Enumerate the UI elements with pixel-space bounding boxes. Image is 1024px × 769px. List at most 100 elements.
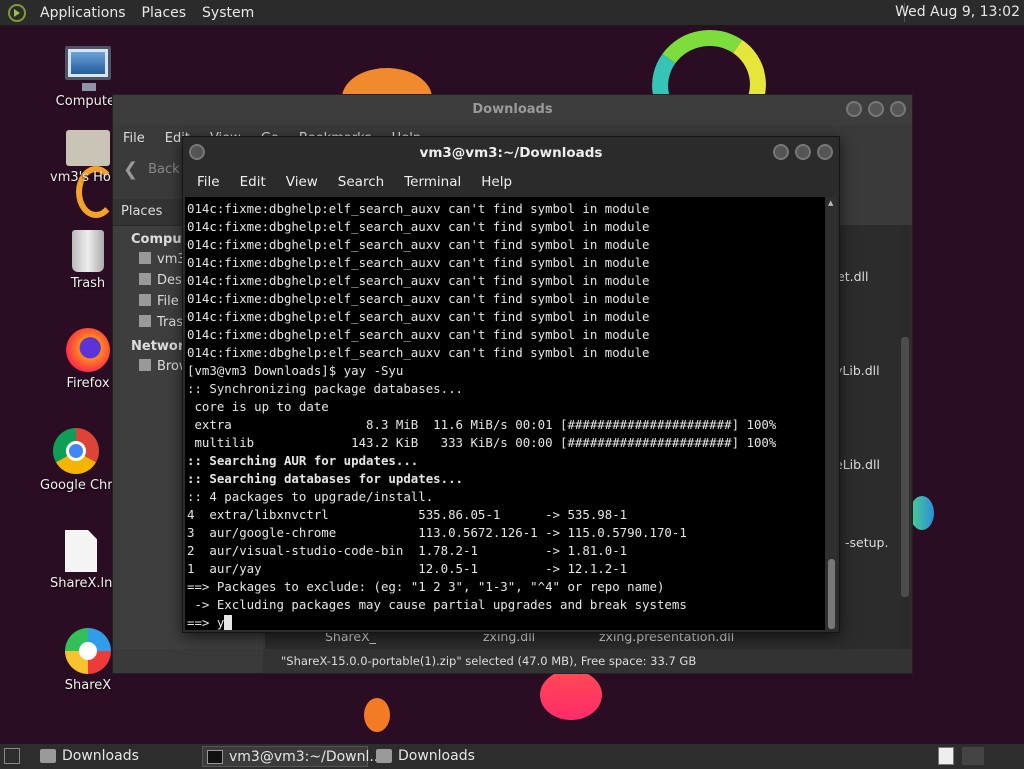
back-arrow-icon[interactable]: ❮ [123,159,138,180]
menu-edit[interactable]: Edit [230,174,276,190]
menu-help[interactable]: Help [471,174,522,190]
folder-icon [40,749,56,763]
file-item[interactable]: yLib.dll [835,363,880,378]
terminal-line: 014c:fixme:dbghelp:elf_search_auxv can't… [187,327,650,342]
terminal-line: :: Searching databases for updates... [187,471,464,486]
terminal-line: 014c:fixme:dbghelp:elf_search_auxv can't… [187,219,650,234]
home-icon [139,252,151,264]
menu-search[interactable]: Search [328,174,394,190]
scrollbar[interactable] [900,227,910,649]
prompt-text: ==> y [187,615,225,630]
file-item[interactable]: -setup. [845,535,888,550]
desktop-icon-label: ShareX.lnk [50,576,112,591]
maximize-button[interactable] [868,101,884,117]
document-icon [65,530,97,572]
top-panel: Applications Places System Wed Aug 9, 13… [0,0,1024,26]
window-controls [773,144,833,160]
desktop-icon-label: Google Chrome [40,478,112,493]
taskbar-item-terminal[interactable]: vm3@vm3:~/Downl... [202,746,383,767]
folder-icon [376,749,392,763]
cursor [224,615,233,630]
terminal-title: vm3@vm3:~/Downloads [419,145,603,161]
desktop-icon-computer[interactable]: Computer [50,46,126,109]
terminal-line: 014c:fixme:dbghelp:elf_search_auxv can't… [187,237,650,252]
terminal-line: -> Excluding packages may cause partial … [187,597,687,612]
desktop-icon-label: Computer [55,94,121,109]
task-label: Downloads [62,748,139,764]
menu-system[interactable]: System [194,5,262,21]
sharex-icon [65,628,111,674]
terminal-icon [207,750,223,764]
desktop-icon-label: Firefox [66,376,110,391]
taskbar: Downloads vm3@vm3:~/Downl... Downloads [0,743,1024,769]
terminal-line: [vm3@vm3 Downloads]$ yay -Syu [187,363,404,378]
terminal-line: 4 extra/libxnvctrl 535.86.05-1 -> 535.98… [187,507,628,522]
terminal-line: :: 4 packages to upgrade/install. [187,489,434,504]
maximize-button[interactable] [795,144,811,160]
terminal-line: 014c:fixme:dbghelp:elf_search_auxv can't… [187,255,650,270]
clock[interactable]: Wed Aug 9, 13:02 [895,4,1020,20]
window-controls [846,101,906,117]
terminal-line: core is up to date [187,399,329,414]
computer-icon [65,46,111,91]
terminal-window: vm3@vm3:~/Downloads File Edit View Searc… [182,136,840,633]
terminal-line: 1 aur/yay 12.0.5-1 -> 12.1.2-1 [187,561,628,576]
back-button[interactable]: Back [148,162,180,177]
trash-icon [139,315,151,327]
close-button[interactable] [817,144,833,160]
wallpaper-blue-shape [910,496,934,530]
menu-applications[interactable]: Applications [32,5,134,21]
scrollbar-thumb[interactable] [828,559,835,629]
terminal-line: 014c:fixme:dbghelp:elf_search_auxv can't… [187,345,650,360]
terminal-line: 3 aur/google-chrome 113.0.5672.126-1 -> … [187,525,687,540]
workspace-2[interactable] [962,747,984,765]
desktop-icon-chrome[interactable]: Google Chrome [40,428,112,493]
task-label: Downloads [398,748,475,764]
file-item[interactable]: eLib.dll [835,457,880,472]
menu-view[interactable]: View [276,174,328,190]
desktop-icon-label: Trash [70,276,106,291]
minimize-button[interactable] [846,101,862,117]
task-label: vm3@vm3:~/Downl... [229,749,383,765]
terminal-line: multilib 143.2 KiB 333 KiB/s 00:00 [####… [187,435,777,450]
terminal-line: extra 8.3 MiB 11.6 MiB/s 00:01 [########… [187,417,777,432]
window-title[interactable]: Downloads [113,95,912,125]
wallpaper-red-shape [540,670,602,720]
scroll-up-icon[interactable]: ▲ [828,199,833,207]
terminal-line: 014c:fixme:dbghelp:elf_search_auxv can't… [187,201,650,216]
chrome-icon [53,428,99,474]
workspace-1[interactable] [938,747,954,765]
home-folder-icon [66,130,110,166]
distro-logo-icon[interactable] [8,3,26,22]
terminal-line: 2 aur/visual-studio-code-bin 1.78.2-1 ->… [187,543,628,558]
wallpaper-orange-drop [364,698,390,732]
network-icon [139,359,151,371]
scrollbar[interactable]: ▲ [826,197,837,630]
firefox-icon [66,328,110,372]
desktop-icon-sharex-lnk[interactable]: ShareX.lnk [50,530,112,591]
trash-icon [72,230,104,272]
desktop-icon [139,273,151,285]
drive-icon [139,294,151,306]
minimize-button[interactable] [773,144,789,160]
terminal-line: :: Searching AUR for updates... [187,453,419,468]
taskbar-item-downloads-2[interactable]: Downloads [372,746,532,767]
terminal-line: 014c:fixme:dbghelp:elf_search_auxv can't… [187,309,650,324]
menu-file[interactable]: File [187,174,230,190]
show-desktop-icon[interactable] [4,748,20,764]
menu-file[interactable]: File [113,131,155,146]
menu-places[interactable]: Places [134,5,195,21]
taskbar-item-downloads[interactable]: Downloads [36,746,196,767]
terminal-line: 014c:fixme:dbghelp:elf_search_auxv can't… [187,273,650,288]
terminal-prompt-line[interactable]: ==> y [187,614,776,630]
file-item[interactable]: et.dll [837,269,868,284]
scrollbar-thumb[interactable] [901,337,909,597]
terminal-line: :: Synchronizing package databases... [187,381,464,396]
menu-terminal[interactable]: Terminal [394,174,471,190]
statusbar: "ShareX-15.0.0-portable(1).zip" selected… [263,649,912,673]
window-title[interactable]: vm3@vm3:~/Downloads [183,137,839,169]
terminal-output[interactable]: 014c:fixme:dbghelp:elf_search_auxv can't… [185,197,825,630]
desktop-icon-label: ShareX [64,678,112,693]
close-button[interactable] [890,101,906,117]
terminal-text: 014c:fixme:dbghelp:elf_search_auxv can't… [187,200,776,630]
